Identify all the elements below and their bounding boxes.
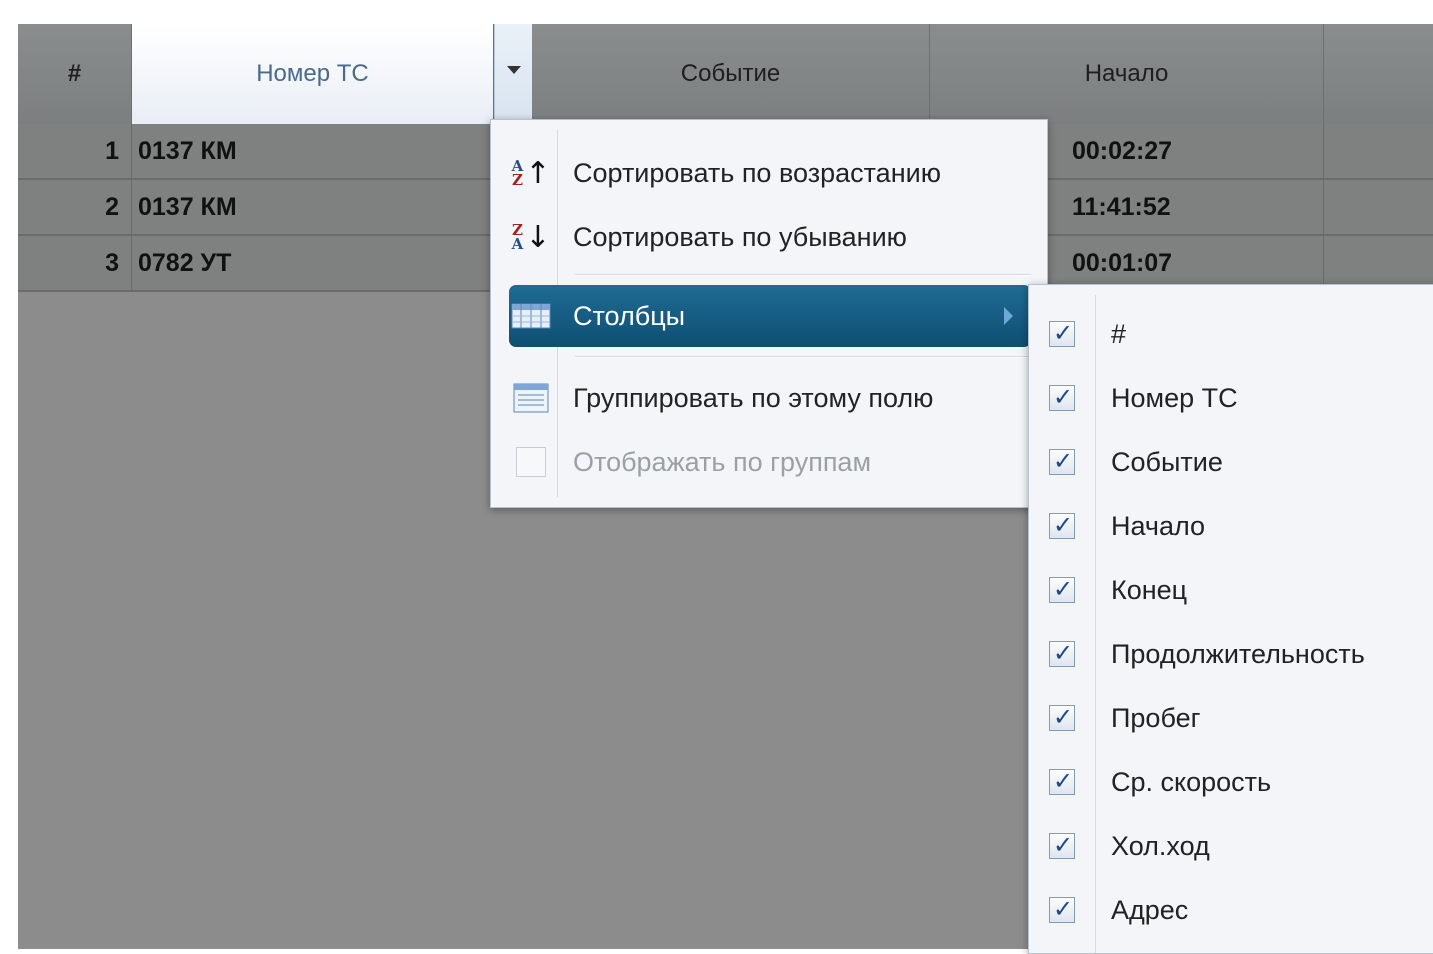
menu-item-label: Группировать по этому полю	[573, 382, 934, 413]
checkbox-checked-icon[interactable]	[1049, 639, 1075, 667]
row-number: 3	[18, 236, 132, 290]
checkbox-checked-icon[interactable]	[1049, 383, 1075, 411]
checkbox-checked-icon[interactable]	[1049, 703, 1075, 731]
column-toggle-label: Конец	[1111, 574, 1188, 605]
menu-item-label: Сортировать по возрастанию	[573, 157, 941, 188]
checkbox-checked-icon[interactable]	[1049, 319, 1075, 347]
menu-item-group-by-field[interactable]: Группировать по этому полю	[509, 370, 1031, 426]
column-header-start[interactable]: Начало	[930, 24, 1324, 124]
checkbox-checked-icon[interactable]	[1049, 767, 1075, 795]
column-header-event[interactable]: Событие	[532, 24, 930, 124]
row-number: 2	[18, 180, 132, 234]
menu-item-sort-ascending[interactable]: A Z ↑ Сортировать по возрастанию	[509, 145, 1031, 201]
row-start: 00:01:07	[1058, 236, 1324, 290]
column-toggle-label: Пробег	[1111, 702, 1201, 733]
column-header-number[interactable]: #	[18, 24, 132, 124]
column-context-menu: A Z ↑ Сортировать по возрастанию Z A ↓ Сорти…	[490, 119, 1048, 508]
checkbox-checked-icon[interactable]	[1049, 511, 1075, 539]
column-toggle-label: Ср. скорость	[1111, 766, 1272, 797]
row-start: 00:02:27	[1058, 124, 1324, 178]
menu-item-label: Отображать по группам	[573, 446, 872, 477]
checkbox-checked-icon[interactable]	[1049, 575, 1075, 603]
row-start: 11:41:52	[1058, 180, 1324, 234]
row-plate: 0137 КМ	[138, 192, 237, 221]
sort-ascending-icon: A Z ↑	[511, 155, 551, 191]
column-toggle-label: Хол.ход	[1111, 830, 1210, 861]
column-toggle-label: Адрес	[1111, 894, 1189, 925]
menu-item-sort-descending[interactable]: Z A ↓ Сортировать по убыванию	[509, 209, 1031, 265]
checkbox-checked-icon[interactable]	[1049, 895, 1075, 923]
menu-item-label: Столбцы	[573, 300, 686, 331]
group-by-icon	[509, 376, 553, 420]
menu-icon-gutter	[1095, 295, 1096, 953]
column-toggle-label: Начало	[1111, 510, 1206, 541]
row-plate: 0137 КМ	[138, 136, 237, 165]
menu-item-show-in-groups[interactable]: Отображать по группам	[509, 434, 1031, 490]
checkbox-icon	[509, 440, 553, 484]
column-toggle-label: Номер ТС	[1111, 382, 1238, 413]
column-menu-trigger-icon[interactable]	[494, 24, 532, 124]
row-plate: 0782 УТ	[138, 248, 232, 277]
column-toggle-label: #	[1111, 318, 1127, 349]
menu-separator	[575, 274, 1031, 276]
column-header-extra[interactable]	[1324, 24, 1433, 124]
sort-descending-icon: Z A ↓	[511, 219, 551, 255]
menu-item-label: Сортировать по убыванию	[573, 221, 907, 252]
menu-item-columns[interactable]: Столбцы	[509, 285, 1031, 347]
column-toggle-label: Событие	[1111, 446, 1223, 477]
column-toggle-label: Продолжительность	[1111, 638, 1365, 669]
checkbox-checked-icon[interactable]	[1049, 447, 1075, 475]
columns-icon	[509, 294, 553, 338]
checkbox-checked-icon[interactable]	[1049, 831, 1075, 859]
column-header-plate[interactable]: Номер ТС	[132, 24, 494, 124]
submenu-arrow-icon	[1004, 307, 1013, 325]
row-number: 1	[18, 124, 132, 178]
columns-submenu: # Номер ТС Событие Начало Конец Продолжи…	[1028, 284, 1433, 954]
menu-separator	[575, 356, 1031, 358]
